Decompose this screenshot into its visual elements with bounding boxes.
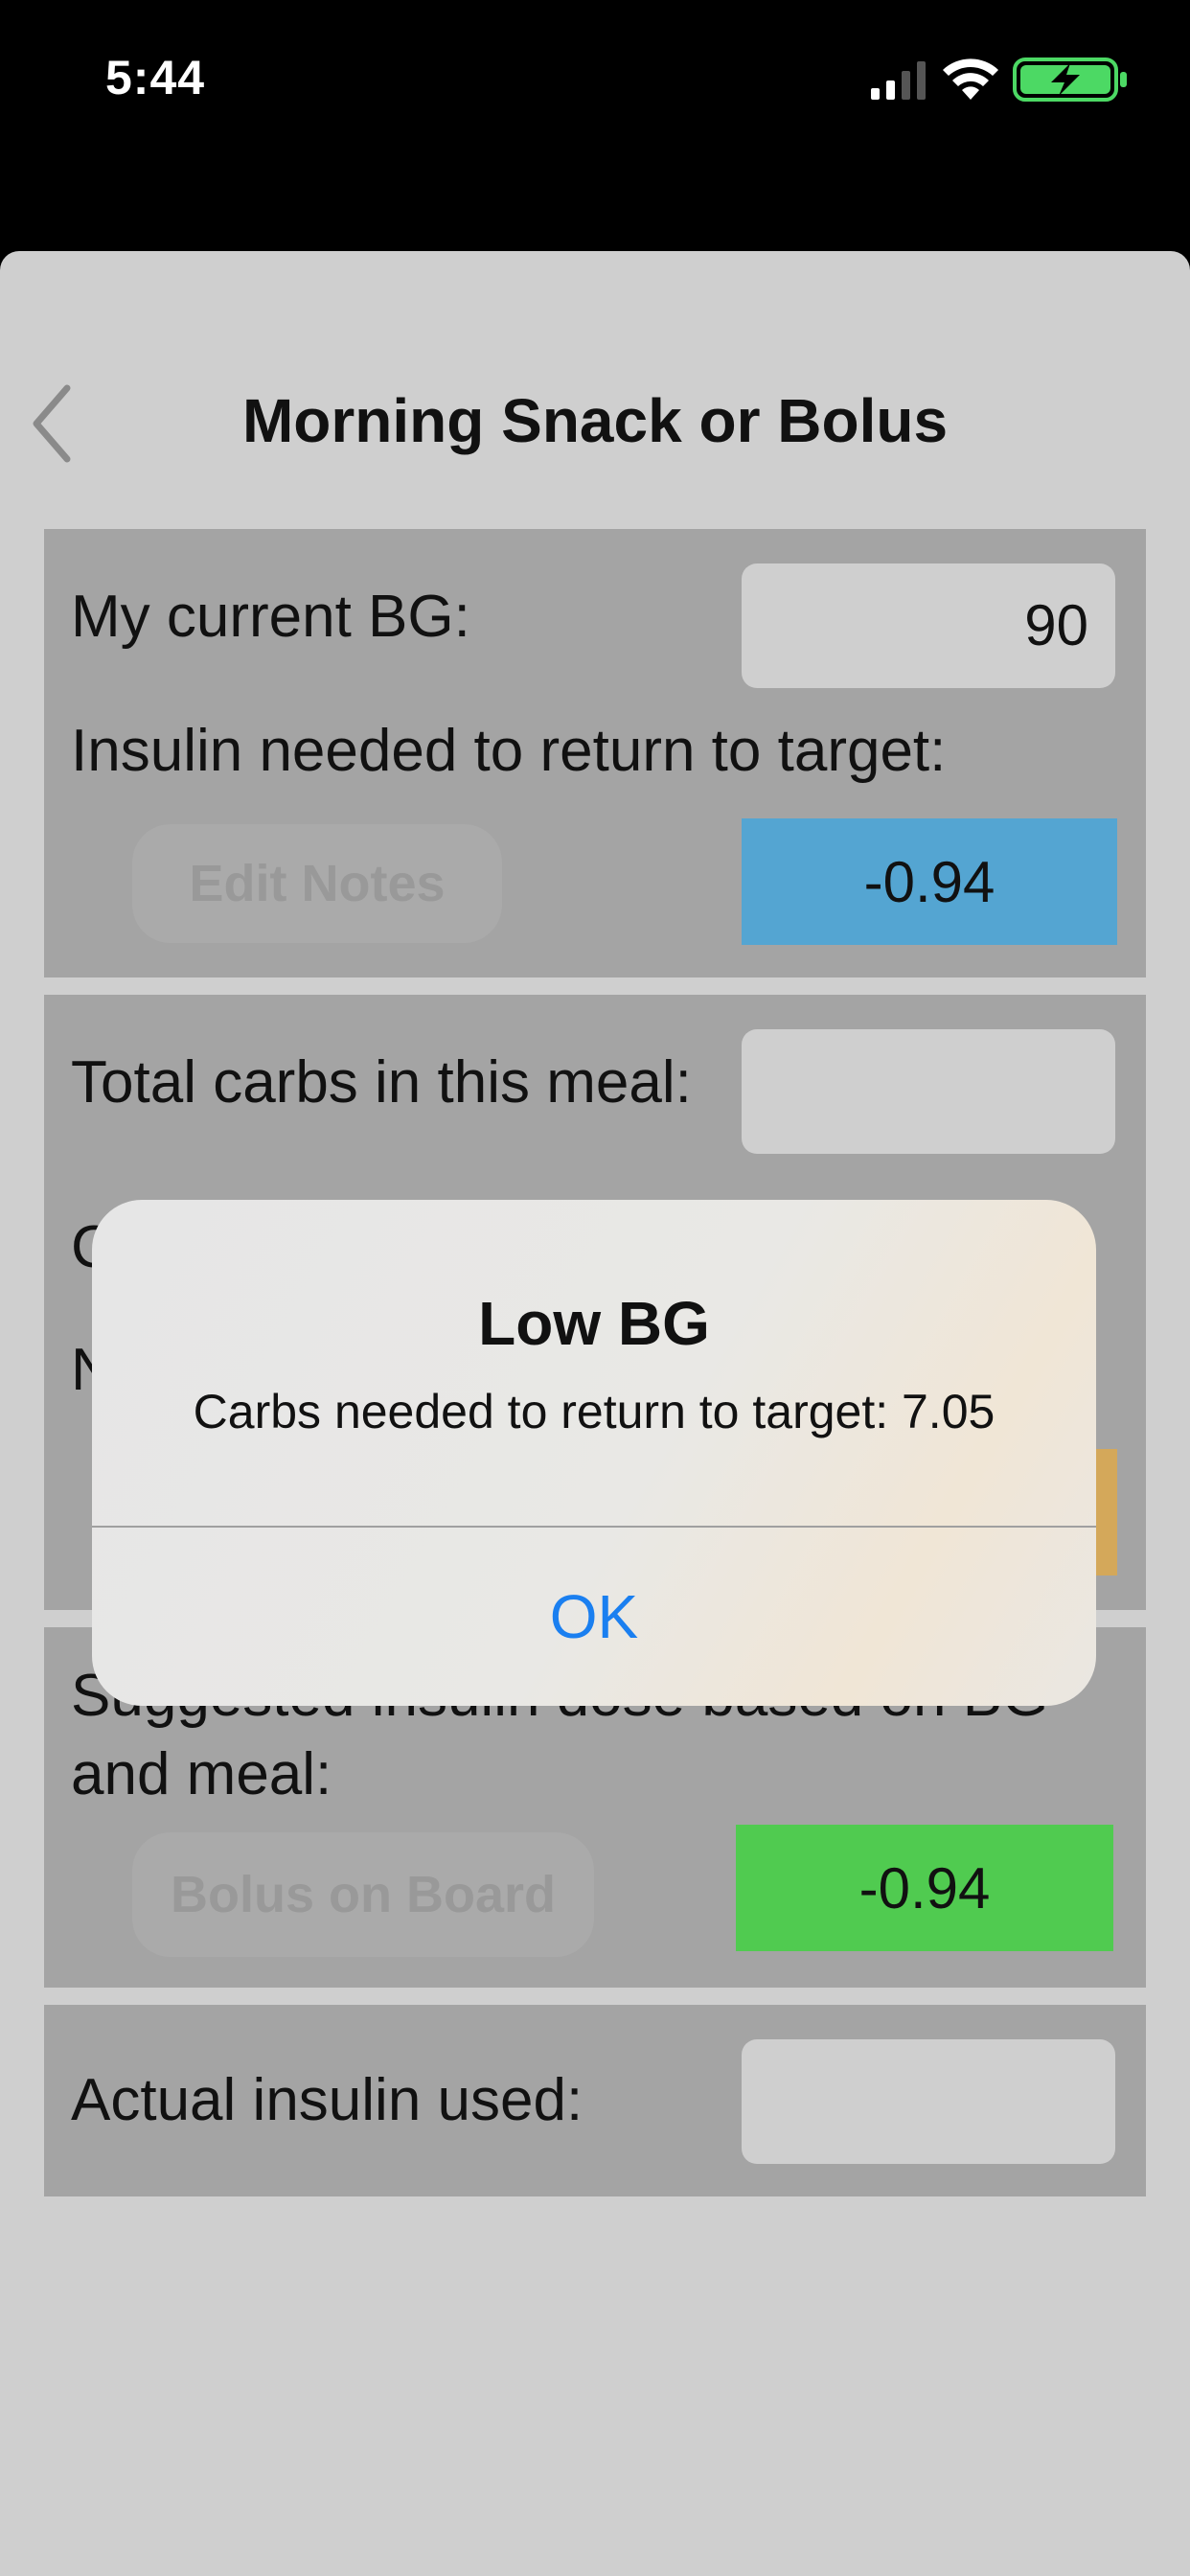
current-bg-input[interactable]: 90 xyxy=(742,564,1115,688)
edit-notes-button[interactable]: Edit Notes xyxy=(132,824,502,943)
low-bg-alert: Low BG Carbs needed to return to target:… xyxy=(92,1200,1096,1706)
actual-insulin-label: Actual insulin used: xyxy=(71,2067,584,2133)
actual-insulin-input[interactable] xyxy=(742,2039,1115,2164)
suggested-dose-label-line2: and meal: xyxy=(71,1741,332,1807)
status-icons xyxy=(845,56,1133,104)
bg-section: My current BG: 90 Insulin needed to retu… xyxy=(44,529,1146,978)
page-title: Morning Snack or Bolus xyxy=(241,386,949,455)
status-time: 5:44 xyxy=(105,51,206,104)
total-carbs-label: Total carbs in this meal: xyxy=(71,1049,692,1116)
cellular-signal-icon xyxy=(871,61,926,100)
alert-title: Low BG xyxy=(478,1289,710,1358)
status-bar: 5:44 xyxy=(0,0,1190,153)
current-bg-label: My current BG: xyxy=(71,584,470,650)
alert-message: Carbs needed to return to target: 7.05 xyxy=(193,1385,995,1438)
total-carbs-input[interactable] xyxy=(742,1029,1115,1154)
insulin-needed-value: -0.94 xyxy=(742,818,1117,945)
wifi-icon xyxy=(943,58,998,100)
suggested-dose-value: -0.94 xyxy=(736,1825,1113,1951)
alert-ok-button[interactable]: OK xyxy=(92,1528,1096,1706)
battery-charging-icon xyxy=(1013,58,1127,102)
actual-insulin-section: Actual insulin used: xyxy=(44,2005,1146,2196)
bolus-on-board-button[interactable]: Bolus on Board xyxy=(132,1832,594,1957)
insulin-needed-label: Insulin needed to return to target: xyxy=(71,718,947,784)
